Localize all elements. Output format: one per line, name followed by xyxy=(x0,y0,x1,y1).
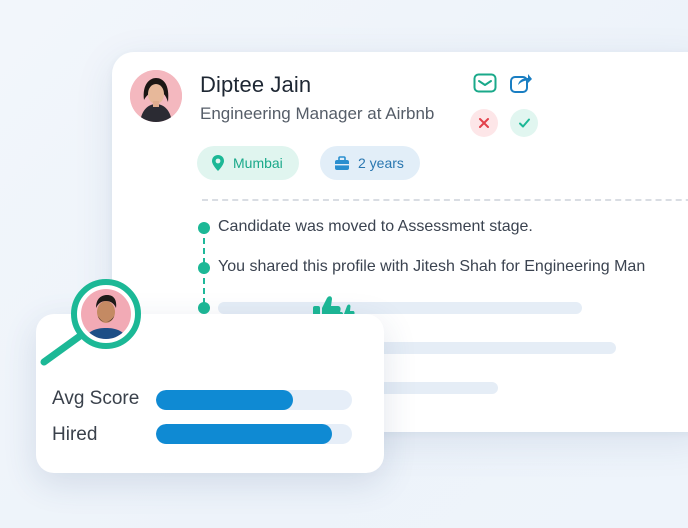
approve-button[interactable] xyxy=(510,109,538,137)
timeline-dot xyxy=(198,302,210,314)
location-pin-icon xyxy=(212,155,224,171)
experience-label: 2 years xyxy=(358,155,404,171)
check-icon xyxy=(518,118,530,128)
avg-score-fill xyxy=(156,390,294,410)
close-icon xyxy=(479,118,489,128)
candidate-avatar xyxy=(130,70,182,122)
avg-score-label: Avg Score xyxy=(52,388,140,409)
placeholder-line xyxy=(364,382,498,394)
placeholder-line xyxy=(218,302,582,314)
candidate-title: Engineering Manager at Airbnb xyxy=(200,104,435,123)
location-tag: Mumbai xyxy=(197,146,299,180)
share-icon[interactable] xyxy=(509,72,533,94)
candidate-name: Diptee Jain xyxy=(200,72,312,97)
placeholder-line xyxy=(364,342,616,354)
timeline-item: You shared this profile with Jitesh Shah… xyxy=(218,258,646,275)
reject-button[interactable] xyxy=(470,109,498,137)
location-label: Mumbai xyxy=(233,155,283,171)
avg-score-bar xyxy=(156,390,352,410)
divider xyxy=(202,199,688,201)
hired-label: Hired xyxy=(52,424,98,445)
hired-bar xyxy=(156,424,352,444)
experience-tag: 2 years xyxy=(320,146,420,180)
hired-fill xyxy=(156,424,333,444)
timeline-dot xyxy=(198,222,210,234)
magnifier-avatar xyxy=(36,278,146,375)
timeline-item: Candidate was moved to Assessment stage. xyxy=(218,218,533,235)
timeline-dot xyxy=(198,262,210,274)
briefcase-icon xyxy=(335,155,349,170)
mail-icon[interactable] xyxy=(472,72,498,94)
